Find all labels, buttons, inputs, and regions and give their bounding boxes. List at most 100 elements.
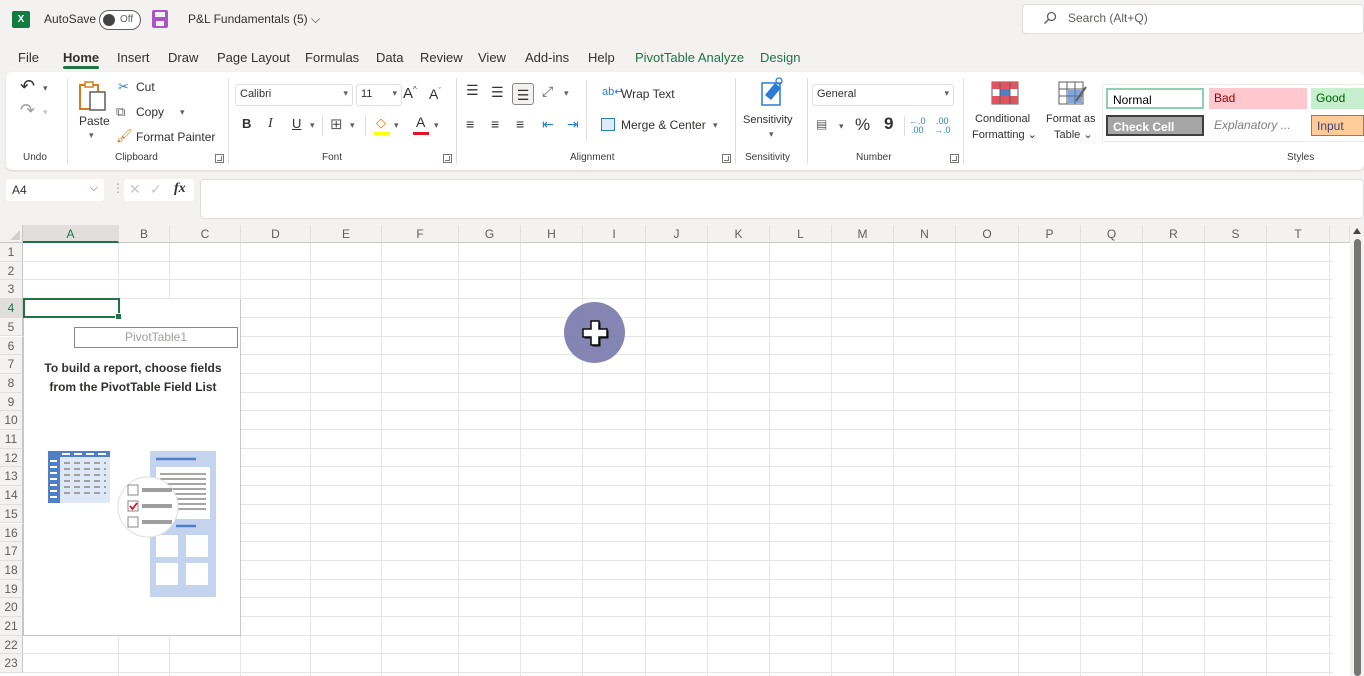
align-bottom-icon[interactable]: ☰ <box>512 83 534 105</box>
decrease-indent-icon[interactable]: ⇤ <box>542 116 554 133</box>
tab-page-layout[interactable]: Page Layout <box>217 50 290 65</box>
font-color-dropdown-caret[interactable]: ▾ <box>434 120 439 131</box>
pivottable-placeholder[interactable]: PivotTable1 To build a report, choose fi… <box>23 299 241 636</box>
underline-dropdown-caret[interactable]: ▾ <box>310 120 315 131</box>
borders-dropdown-caret[interactable]: ▾ <box>350 120 355 131</box>
row-header-4[interactable]: 4 <box>0 299 23 318</box>
row-header-14[interactable]: 14 <box>0 486 23 505</box>
column-header-m[interactable]: M <box>832 225 894 243</box>
tab-design[interactable]: Design <box>760 50 800 65</box>
row-header-22[interactable]: 22 <box>0 635 23 655</box>
active-cell-a4[interactable] <box>23 298 122 321</box>
row-header-3[interactable]: 3 <box>0 280 23 300</box>
accounting-dropdown-caret[interactable]: ▾ <box>839 121 844 132</box>
decrease-decimal-button[interactable]: .00 →.0 <box>934 117 951 135</box>
tab-formulas[interactable]: Formulas <box>305 50 359 65</box>
decrease-font-size-button[interactable]: Aˇ <box>429 86 441 102</box>
row-header-18[interactable]: 18 <box>0 560 23 580</box>
align-center-icon[interactable]: ≡ <box>491 116 499 132</box>
column-header-l[interactable]: L <box>770 225 832 243</box>
column-header-r[interactable]: R <box>1143 225 1205 243</box>
orientation-dropdown-caret[interactable]: ▾ <box>564 88 569 99</box>
style-input[interactable]: Input <box>1311 115 1364 136</box>
row-header-21[interactable]: 21 <box>0 617 23 636</box>
style-bad[interactable]: Bad <box>1209 88 1307 109</box>
autosave-toggle[interactable]: Off <box>99 10 141 30</box>
font-color-button[interactable]: A <box>413 114 429 136</box>
tab-review[interactable]: Review <box>420 50 463 65</box>
increase-font-size-button[interactable]: A^ <box>403 85 417 102</box>
row-header-13[interactable]: 13 <box>0 467 23 487</box>
increase-decimal-button[interactable]: ←.0.00 <box>909 117 926 135</box>
tab-help[interactable]: Help <box>588 50 615 65</box>
column-header-f[interactable]: F <box>382 225 459 243</box>
format-as-table-button[interactable]: Format as Table ⌄ <box>1044 78 1102 148</box>
vertical-scrollbar[interactable] <box>1350 225 1364 676</box>
row-header-16[interactable]: 16 <box>0 523 23 543</box>
search-input[interactable] <box>1068 11 1318 25</box>
column-header-n[interactable]: N <box>894 225 956 243</box>
row-header-7[interactable]: 7 <box>0 355 23 374</box>
column-header-o[interactable]: O <box>956 225 1019 243</box>
clipboard-dialog-launcher-icon[interactable] <box>215 154 224 163</box>
borders-icon[interactable]: ⊞ <box>330 115 343 133</box>
number-dialog-launcher-icon[interactable] <box>950 154 959 163</box>
drag-handle-icon[interactable]: ⋮ <box>112 181 124 195</box>
number-format-dropdown[interactable]: General ▾ <box>812 84 954 106</box>
column-header-t[interactable]: T <box>1267 225 1330 243</box>
column-header-p[interactable]: P <box>1019 225 1081 243</box>
align-top-icon[interactable]: ☰ <box>466 82 479 99</box>
alignment-dialog-launcher-icon[interactable] <box>722 154 731 163</box>
percent-style-button[interactable]: % <box>855 115 870 135</box>
enter-icon[interactable]: ✓ <box>150 181 162 198</box>
column-header-q[interactable]: Q <box>1081 225 1143 243</box>
row-header-15[interactable]: 15 <box>0 504 23 524</box>
cancel-icon[interactable]: ✕ <box>129 181 141 198</box>
undo-dropdown-caret[interactable]: ▾ <box>43 83 48 94</box>
insert-function-icon[interactable]: fx <box>174 181 186 197</box>
row-header-11[interactable]: 11 <box>0 430 23 449</box>
row-header-23[interactable]: 23 <box>0 654 23 674</box>
column-header-b[interactable]: B <box>119 225 170 243</box>
row-header-12[interactable]: 12 <box>0 448 23 468</box>
style-explanatory[interactable]: Explanatory ... <box>1209 115 1307 136</box>
select-all-corner[interactable] <box>0 225 23 243</box>
worksheet-grid[interactable]: ABCDEFGHIJKLMNOPQRST 1 2 3 4 5 6 7 8 9 10 11 12 13 14… <box>0 225 1364 676</box>
fill-color-button[interactable]: ◇ <box>374 115 390 136</box>
comma-style-button[interactable]: 9 <box>884 114 893 134</box>
column-header-d[interactable]: D <box>241 225 311 243</box>
style-check-cell[interactable]: Check Cell <box>1106 115 1204 136</box>
column-header-g[interactable]: G <box>459 225 521 243</box>
row-header-1[interactable]: 1 <box>0 243 23 262</box>
row-header-19[interactable]: 19 <box>0 579 23 599</box>
row-header-8[interactable]: 8 <box>0 373 23 393</box>
row-header-10[interactable]: 10 <box>0 411 23 430</box>
column-header-h[interactable]: H <box>521 225 583 243</box>
font-dialog-launcher-icon[interactable] <box>443 154 452 163</box>
tab-home[interactable]: Home <box>63 50 100 69</box>
redo-dropdown-caret[interactable]: ▾ <box>43 107 48 118</box>
row-header-17[interactable]: 17 <box>0 542 23 561</box>
increase-indent-icon[interactable]: ⇥ <box>567 116 579 133</box>
tab-draw[interactable]: Draw <box>168 50 198 65</box>
row-header-6[interactable]: 6 <box>0 336 23 356</box>
cut-button[interactable]: ✂ Cut <box>118 79 178 97</box>
document-title[interactable]: P&L Fundamentals (5) ⌵ <box>188 12 320 27</box>
row-header-20[interactable]: 20 <box>0 598 23 617</box>
fill-color-dropdown-caret[interactable]: ▾ <box>394 120 399 131</box>
format-painter-button[interactable]: 🖌︎ Format Painter <box>116 128 216 147</box>
italic-button[interactable]: I <box>268 116 273 132</box>
vertical-scroll-thumb[interactable] <box>1354 239 1361 676</box>
tab-data[interactable]: Data <box>376 50 403 65</box>
conditional-formatting-button[interactable]: Conditional Formatting ⌄ <box>970 78 1037 148</box>
redo-icon[interactable]: ↷ <box>20 100 35 121</box>
sensitivity-button[interactable]: Sensitivity ▾ <box>741 77 801 147</box>
style-good[interactable]: Good <box>1311 88 1364 109</box>
column-header-a[interactable]: A <box>23 225 119 243</box>
align-right-icon[interactable]: ≡ <box>516 116 524 132</box>
column-header-k[interactable]: K <box>708 225 770 243</box>
search-box[interactable] <box>1022 4 1364 34</box>
accounting-format-icon[interactable]: ▤ <box>816 117 827 131</box>
copy-button[interactable]: ⧉ Copy ▾ <box>116 104 196 122</box>
tab-insert[interactable]: Insert <box>117 50 150 65</box>
